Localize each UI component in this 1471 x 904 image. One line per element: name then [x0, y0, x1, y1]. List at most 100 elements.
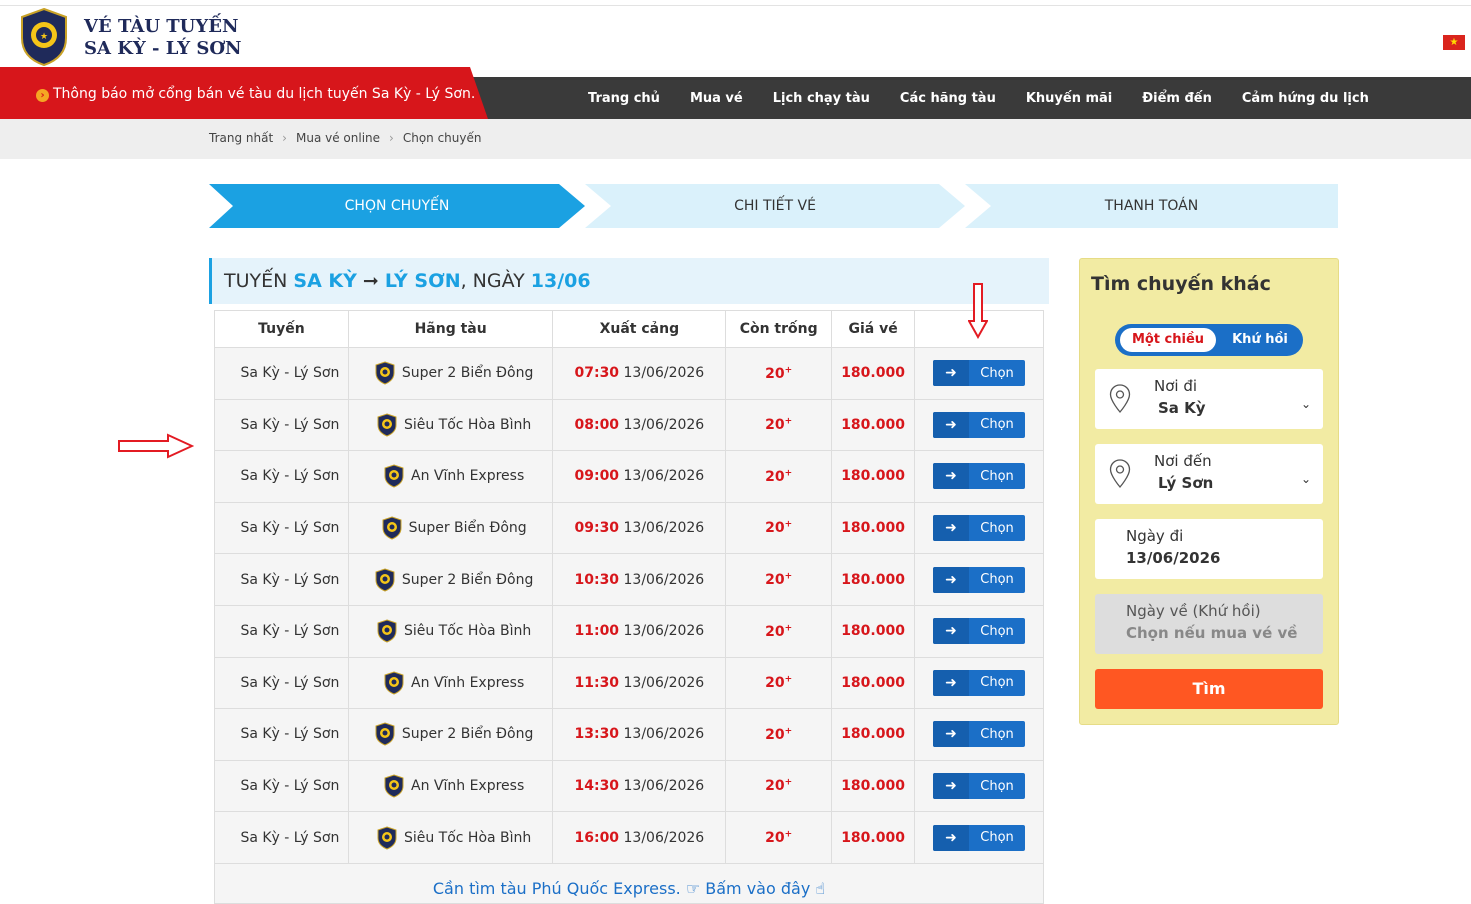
choose-trip-button[interactable]: ➜ Chọn — [933, 360, 1026, 387]
cell-available: 20+ — [725, 553, 833, 606]
cell-price: 180.000 — [831, 604, 916, 658]
cell-route: Sa Kỳ - Lý Sơn — [214, 347, 349, 400]
cell-action: ➜ Chọn — [914, 604, 1044, 658]
vietnam-flag-icon[interactable]: ★ — [1443, 35, 1465, 50]
choose-trip-button[interactable]: ➜ Chọn — [933, 824, 1026, 851]
return-date-field[interactable]: Ngày về (Khứ hồi) Chọn nếu mua vé về — [1095, 594, 1323, 654]
departure-time: 16:00 — [574, 829, 620, 846]
cell-price: 180.000 — [831, 553, 916, 606]
ticket-price: 180.000 — [841, 778, 905, 795]
toggle-one-way[interactable]: Một chiều — [1120, 328, 1216, 352]
table-row: Sa Kỳ - Lý Sơn Siêu Tốc Hòa Bình 16:00 13/… — [214, 811, 1044, 864]
company-name: Super Biển Đông — [408, 520, 527, 537]
col-route: Tuyến — [214, 310, 349, 348]
departure-time: 13:30 — [574, 726, 620, 743]
cell-company: Super Biển Đông — [347, 501, 554, 555]
available-plus: + — [784, 364, 793, 375]
search-button[interactable]: Tìm — [1095, 669, 1323, 709]
depart-date-label: Ngày đi — [1126, 527, 1184, 545]
cell-company: An Vĩnh Express — [347, 656, 554, 710]
choose-trip-button[interactable]: ➜ Chọn — [933, 515, 1026, 542]
cell-action: ➜ Chọn — [914, 347, 1044, 400]
choose-label: Chọn — [980, 572, 1014, 588]
more-link[interactable]: Bấm vào đây — [700, 879, 815, 898]
cell-route: Sa Kỳ - Lý Sơn — [214, 708, 349, 761]
available-seats: 20 — [765, 520, 785, 537]
arrow-right-icon: ➜ — [933, 360, 970, 387]
cell-route: Sa Kỳ - Lý Sơn — [214, 811, 349, 864]
available-plus: + — [784, 519, 793, 530]
nav-item-home[interactable]: Trang chủ — [588, 91, 660, 106]
departure-time: 11:00 — [574, 623, 620, 640]
cell-route: Sa Kỳ - Lý Sơn — [214, 501, 349, 555]
route-title-prefix: TUYẾN — [224, 270, 294, 292]
nav-item-promotions[interactable]: Khuyến mãi — [1026, 91, 1112, 106]
phu-quoc-express-link[interactable]: Cần tìm tàu Phú Quốc Express. ☞ Bấm vào … — [214, 864, 1044, 904]
depart-date-value: 13/06/2026 — [1126, 549, 1221, 567]
choose-trip-button[interactable]: ➜ Chọn — [933, 463, 1026, 490]
cell-departure: 11:00 13/06/2026 — [552, 604, 727, 658]
route-title-bar: TUYẾN SA KỲ ➞ LÝ SƠN, NGÀY 13/06 — [209, 258, 1049, 304]
choose-trip-button[interactable]: ➜ Chọn — [933, 669, 1026, 696]
arrival-value: Lý Sơn — [1158, 474, 1214, 492]
choose-trip-button[interactable]: ➜ Chọn — [933, 721, 1026, 748]
nav-item-destinations[interactable]: Điểm đến — [1142, 91, 1212, 106]
cell-available: 20+ — [725, 501, 833, 555]
arrival-select[interactable]: Nơi đến Lý Sơn ⌄ — [1095, 444, 1323, 504]
breadcrumb-buy-online[interactable]: Mua vé online — [296, 131, 380, 145]
departure-time: 11:30 — [574, 674, 620, 691]
choose-label: Chọn — [980, 726, 1014, 742]
cell-available: 20+ — [725, 656, 833, 710]
departure-time: 07:30 — [574, 365, 620, 382]
step-payment: THANH TOÁN — [965, 184, 1338, 228]
nav-item-schedule[interactable]: Lịch chạy tàu — [773, 91, 870, 106]
nav-item-buy-ticket[interactable]: Mua vé — [690, 91, 743, 106]
step-choose-trip: CHỌN CHUYẾN — [209, 184, 585, 228]
available-seats: 20 — [765, 829, 785, 846]
nav-item-operators[interactable]: Các hãng tàu — [900, 91, 996, 106]
table-row: Sa Kỳ - Lý Sơn Super 2 Biển Đông 10:30 13/… — [214, 553, 1044, 606]
nav-item-inspiration[interactable]: Cảm hứng du lịch — [1242, 91, 1369, 106]
cell-available: 20+ — [725, 811, 833, 864]
breadcrumb-home[interactable]: Trang nhất — [209, 131, 273, 145]
trips-table: Tuyến Hãng tàu Xuất cảng Còn trống Giá v… — [214, 310, 1044, 864]
available-plus: + — [784, 777, 793, 788]
sidebar-title: Tìm chuyến khác — [1091, 273, 1271, 295]
departure-time: 09:30 — [574, 520, 620, 537]
table-row: Sa Kỳ - Lý Sơn An Vĩnh Express 14:30 13/06… — [214, 759, 1044, 813]
ticket-price: 180.000 — [841, 623, 905, 640]
operator-logo-icon — [375, 361, 395, 385]
departure-select[interactable]: Nơi đi Sa Kỳ ⌄ — [1095, 369, 1323, 429]
choose-trip-button[interactable]: ➜ Chọn — [933, 618, 1026, 645]
operator-logo-icon — [382, 516, 402, 540]
available-plus: + — [784, 726, 793, 737]
cell-available: 20+ — [725, 604, 833, 658]
choose-label: Chọn — [980, 468, 1014, 484]
notice-text[interactable]: Thông báo mở cổng bán vé tàu du lịch tuy… — [53, 86, 475, 102]
chevron-down-icon: ⌄ — [1300, 397, 1311, 411]
table-row: Sa Kỳ - Lý Sơn Siêu Tốc Hòa Bình 08:00 13/… — [214, 398, 1044, 452]
cell-price: 180.000 — [831, 347, 916, 400]
return-date-placeholder: Chọn nếu mua vé về — [1126, 624, 1298, 642]
logo-shield-icon[interactable]: ★ — [20, 8, 68, 66]
toggle-round-trip[interactable]: Khứ hồi — [1221, 328, 1299, 352]
departure-time: 10:30 — [574, 571, 620, 588]
brand-title[interactable]: VÉ TÀU TUYẾN SA KỲ - LÝ SƠN — [84, 16, 241, 60]
choose-trip-button[interactable]: ➜ Chọn — [933, 773, 1026, 800]
cell-company: Siêu Tốc Hòa Bình — [347, 604, 554, 658]
choose-trip-button[interactable]: ➜ Chọn — [933, 411, 1026, 438]
departure-date: 13/06/2026 — [623, 571, 705, 588]
cell-action: ➜ Chọn — [914, 398, 1044, 452]
step-ticket-details: CHI TIẾT VÉ — [585, 184, 965, 228]
operator-logo-icon — [377, 826, 397, 850]
depart-date-field[interactable]: Ngày đi 13/06/2026 — [1095, 519, 1323, 579]
cell-action: ➜ Chọn — [914, 656, 1044, 710]
cell-price: 180.000 — [831, 398, 916, 452]
notice-banner[interactable]: › Thông báo mở cổng bán vé tàu du lịch tu… — [0, 67, 488, 119]
cell-departure: 07:30 13/06/2026 — [552, 347, 727, 400]
choose-label: Chọn — [980, 830, 1014, 846]
choose-label: Chọn — [980, 623, 1014, 639]
trip-type-toggle[interactable]: Một chiều Khứ hồi — [1115, 324, 1303, 356]
choose-trip-button[interactable]: ➜ Chọn — [933, 566, 1026, 593]
cell-price: 180.000 — [831, 501, 916, 555]
